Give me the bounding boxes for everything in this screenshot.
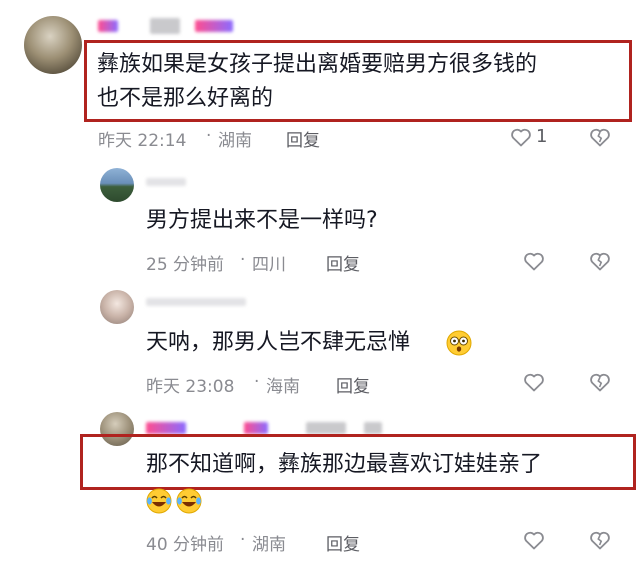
heart-outline-icon[interactable] [509, 125, 533, 149]
laughing-tears-emoji [146, 488, 172, 514]
broken-heart-icon[interactable] [588, 249, 612, 273]
comment-time: 昨天 22:14 [98, 131, 187, 151]
comment-location: 湖南 [218, 131, 252, 151]
like-count: 1 [536, 126, 548, 147]
meta-separator: · [240, 250, 246, 270]
comment-text: 天呐，那男人岂不肆无忌惮 [146, 330, 411, 355]
meta-separator: · [206, 126, 212, 146]
broken-heart-icon[interactable] [588, 528, 612, 552]
redacted-username [98, 20, 118, 32]
comment-location: 四川 [252, 255, 286, 275]
comment-time: 40 分钟前 [146, 535, 225, 555]
meta-separator: · [254, 372, 260, 392]
avatar[interactable] [100, 290, 134, 324]
comment-text-line-2: 也不是那么好离的 [97, 86, 274, 111]
heart-outline-icon[interactable] [522, 370, 546, 394]
comment-time: 昨天 23:08 [146, 377, 235, 397]
avatar[interactable] [24, 16, 82, 74]
redacted-username [146, 298, 246, 306]
comment-location: 海南 [266, 377, 300, 397]
meta-separator: · [240, 530, 246, 550]
avatar[interactable] [100, 168, 134, 202]
comment-text: 男方提出来不是一样吗? [146, 208, 378, 233]
redacted-username [150, 18, 180, 34]
broken-heart-icon[interactable] [588, 370, 612, 394]
redacted-username [146, 178, 186, 186]
redacted-username [146, 422, 186, 434]
comment-time: 25 分钟前 [146, 255, 225, 275]
astonished-face-emoji [446, 330, 472, 356]
comment-text: 那不知道啊，彝族那边最喜欢订娃娃亲了 [146, 452, 543, 477]
redacted-username [195, 20, 233, 32]
reply-button[interactable]: 回复 [336, 372, 370, 397]
reply-button[interactable]: 回复 [326, 530, 360, 555]
broken-heart-icon[interactable] [588, 125, 612, 149]
heart-outline-icon[interactable] [522, 249, 546, 273]
redacted-username [306, 422, 346, 434]
reply-button[interactable]: 回复 [286, 126, 320, 151]
reply-button[interactable]: 回复 [326, 250, 360, 275]
comment-location: 湖南 [252, 535, 286, 555]
heart-outline-icon[interactable] [522, 528, 546, 552]
laughing-tears-emoji [176, 488, 202, 514]
redacted-username [364, 422, 382, 434]
comment-text-line-1: 彝族如果是女孩子提出离婚要赔男方很多钱的 [97, 52, 538, 77]
redacted-username [244, 422, 268, 434]
